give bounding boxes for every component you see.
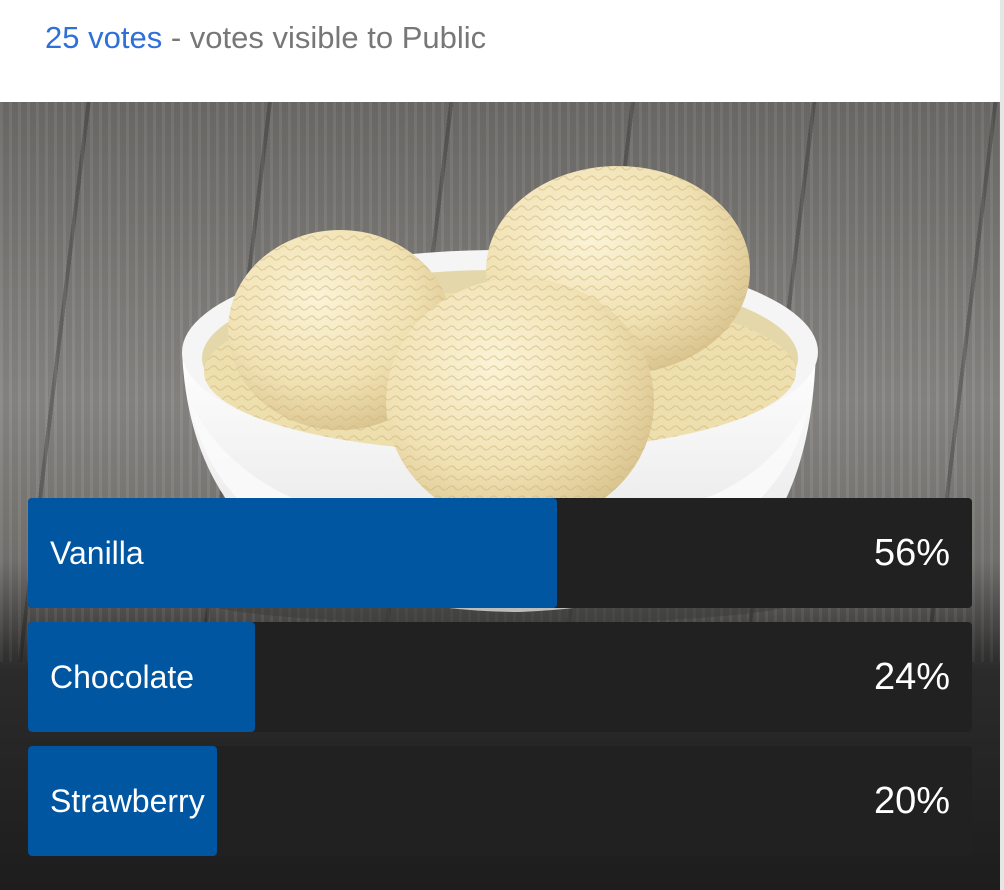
visibility-text: votes visible to Public: [189, 20, 487, 55]
poll-option-label: Vanilla: [50, 535, 144, 571]
separator-text: -: [170, 20, 182, 55]
poll-option-label: Strawberry: [50, 783, 205, 819]
poll-option-percent: 56%: [873, 532, 950, 574]
vote-summary: 25 votes - votes visible to Public: [45, 18, 486, 58]
poll-option-label: Chocolate: [50, 659, 195, 695]
poll-option-percent: 24%: [873, 656, 950, 698]
scrollbar[interactable]: [1000, 0, 1004, 890]
poll-option-strawberry[interactable]: Strawberry 20%: [28, 746, 972, 856]
votes-count-link[interactable]: 25 votes: [45, 20, 162, 55]
poll-option-chocolate[interactable]: Chocolate 24%: [28, 622, 972, 732]
poll-option-percent: 20%: [873, 780, 950, 822]
poll-header: 25 votes - votes visible to Public: [0, 0, 1000, 102]
poll-option-vanilla[interactable]: Vanilla 56%: [28, 498, 972, 608]
